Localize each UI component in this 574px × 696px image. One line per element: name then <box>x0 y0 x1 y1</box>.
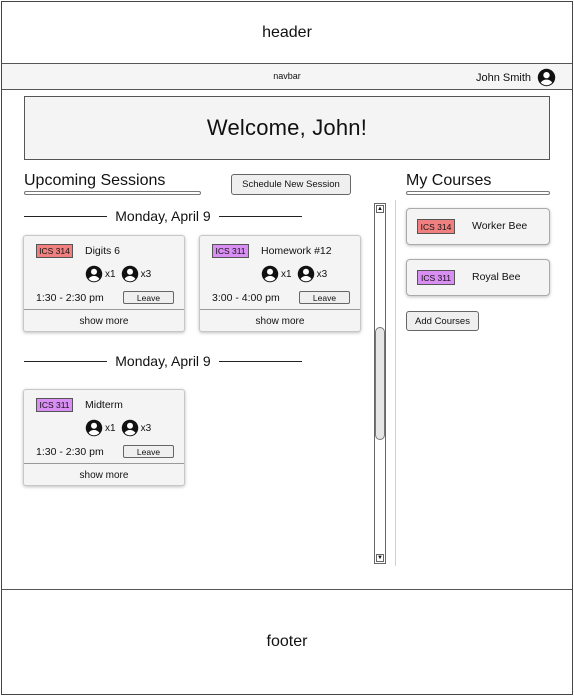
upcoming-sessions-title: Upcoming Sessions <box>24 172 166 189</box>
upcoming-sessions-underline <box>24 191 201 195</box>
person-icon <box>121 265 138 283</box>
count-a: x1 <box>281 268 292 280</box>
attendee-counts: x1 x3 <box>261 265 332 283</box>
course-card[interactable]: ICS 311 Royal Bee <box>406 259 550 296</box>
welcome-banner: Welcome, John! <box>24 96 550 160</box>
attendee-counts: x1 x3 <box>85 419 156 437</box>
divider-line <box>218 215 302 217</box>
session-time: 1:30 - 2:30 pm <box>36 292 104 304</box>
leave-button[interactable]: Leave <box>299 291 350 304</box>
divider-line <box>218 360 302 362</box>
sessions-scrollbar[interactable]: ▲ ▼ <box>374 203 386 564</box>
course-badge: ICS 311 <box>36 398 73 412</box>
session-title: Midterm <box>85 399 123 411</box>
course-role: Royal Bee <box>472 271 521 283</box>
day-header: Monday, April 9 <box>24 352 302 370</box>
user-name: John Smith <box>475 71 531 84</box>
session-title: Homework #12 <box>261 245 332 257</box>
footer: footer <box>2 589 572 694</box>
divider-line <box>24 215 108 217</box>
schedule-new-session-button[interactable]: Schedule New Session <box>231 174 351 195</box>
course-badge: ICS 314 <box>417 219 455 234</box>
leave-button[interactable]: Leave <box>123 291 174 304</box>
scroll-up-arrow-icon[interactable]: ▲ <box>376 205 384 213</box>
session-time: 3:00 - 4:00 pm <box>212 292 280 304</box>
session-card[interactable]: ICS 314 Digits 6 x1 x3 1:30 - 2:30 pm Le… <box>23 235 185 332</box>
course-badge: ICS 314 <box>36 244 73 258</box>
course-card[interactable]: ICS 314 Worker Bee <box>406 208 550 245</box>
scrollbar-thumb[interactable] <box>375 327 385 440</box>
header-label: header <box>262 23 312 41</box>
my-courses-title: My Courses <box>406 172 492 189</box>
account-circle-icon[interactable] <box>537 68 556 87</box>
person-icon <box>85 419 103 437</box>
show-more-button[interactable]: show more <box>24 463 184 486</box>
day-header: Monday, April 9 <box>24 207 302 225</box>
count-a: x1 <box>105 422 116 434</box>
welcome-text: Welcome, John! <box>206 115 368 140</box>
show-more-button[interactable]: show more <box>200 309 360 332</box>
course-badge: ICS 311 <box>212 244 249 258</box>
session-card[interactable]: ICS 311 Homework #12 x1 x3 3:00 - 4:00 p… <box>199 235 361 332</box>
navbar: navbar John Smith <box>2 63 572 90</box>
person-icon <box>297 265 314 283</box>
count-a: x1 <box>105 268 116 280</box>
person-icon <box>85 265 103 283</box>
session-time: 1:30 - 2:30 pm <box>36 446 104 458</box>
day-label: Monday, April 9 <box>115 208 211 224</box>
count-b: x3 <box>316 268 328 280</box>
my-courses-underline <box>406 191 550 195</box>
person-icon <box>121 419 138 437</box>
person-icon <box>261 265 279 283</box>
divider-line <box>24 360 108 362</box>
leave-button[interactable]: Leave <box>123 445 174 458</box>
count-b: x3 <box>140 422 152 434</box>
footer-label: footer <box>266 633 308 650</box>
scroll-down-arrow-icon[interactable]: ▼ <box>376 554 384 562</box>
column-divider <box>395 200 396 566</box>
day-label: Monday, April 9 <box>115 353 211 369</box>
count-b: x3 <box>140 268 152 280</box>
course-badge: ICS 311 <box>417 270 455 285</box>
user-menu[interactable]: John Smith <box>476 68 556 87</box>
session-title: Digits 6 <box>85 245 121 257</box>
attendee-counts: x1 x3 <box>85 265 156 283</box>
session-card[interactable]: ICS 311 Midterm x1 x3 1:30 - 2:30 pm Lea… <box>23 389 185 486</box>
add-courses-button[interactable]: Add Courses <box>406 311 479 331</box>
show-more-button[interactable]: show more <box>24 309 184 332</box>
course-role: Worker Bee <box>472 220 528 232</box>
header: header <box>2 2 572 63</box>
